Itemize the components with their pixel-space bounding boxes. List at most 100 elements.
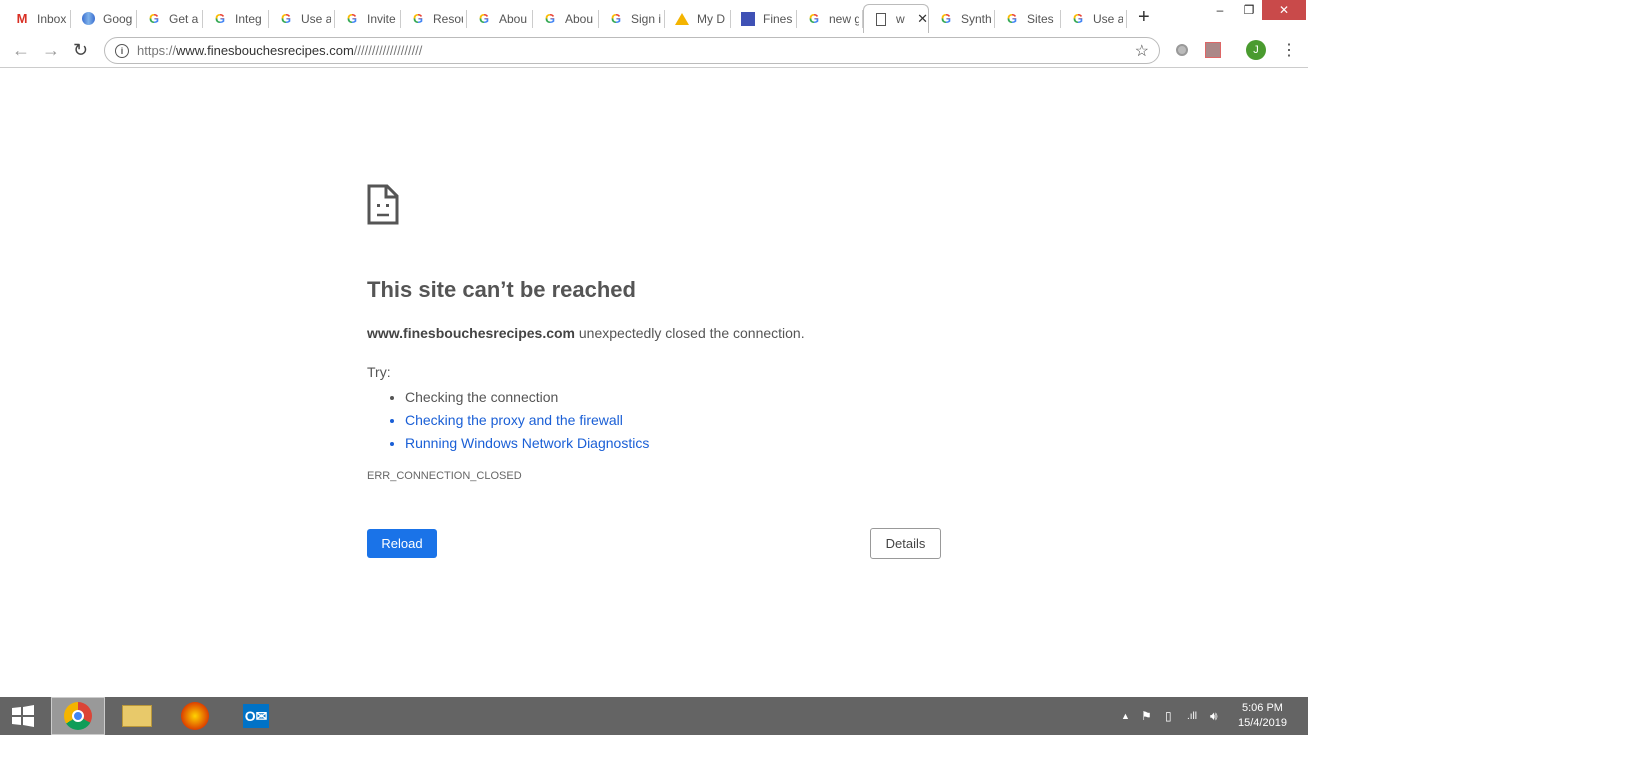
tab-label: My D: [697, 11, 725, 26]
suggestion-proxy-firewall-link[interactable]: Checking the proxy and the firewall: [405, 409, 947, 432]
error-page: This site can’t be reached www.finesbouc…: [367, 184, 947, 559]
tab-label: Sites: [1027, 11, 1054, 26]
taskbar-outlook[interactable]: O✉: [229, 697, 283, 735]
action-center-flag-icon[interactable]: ⚑: [1141, 697, 1152, 735]
tab[interactable]: Fines: [731, 4, 797, 33]
gmail-icon: M: [16, 11, 28, 26]
tab-label: Integ: [235, 11, 262, 26]
taskbar: O✉ ▲ ⚑ ▯ .ıll 🔊︎ 5:06 PM 15/4/2019: [0, 697, 1308, 735]
tab-label: w: [896, 12, 905, 26]
bookmark-star-icon[interactable]: ☆: [1135, 41, 1149, 61]
tab-label: Use a: [1093, 11, 1123, 26]
google-icon: G: [1006, 11, 1018, 26]
google-icon: G: [478, 11, 490, 26]
sites-icon: [741, 11, 755, 26]
outlook-icon: O✉: [243, 704, 269, 728]
try-label: Try:: [367, 364, 391, 380]
error-message: unexpectedly closed the connection.: [575, 325, 805, 341]
windows-icon: [12, 705, 34, 727]
tab[interactable]: G Sites: [995, 4, 1061, 33]
profile-avatar[interactable]: J: [1246, 40, 1266, 60]
tab-label: Resou: [433, 11, 463, 26]
reload-button[interactable]: Reload: [367, 529, 437, 558]
tab[interactable]: G Abou: [467, 4, 533, 33]
google-icon: G: [940, 11, 952, 26]
suggestion-network-diagnostics-link[interactable]: Running Windows Network Diagnostics: [405, 432, 947, 455]
page-icon: [874, 12, 888, 26]
suggestions-list: Checking the connection Checking the pro…: [367, 386, 947, 455]
google-icon: G: [412, 11, 424, 26]
tab[interactable]: My D: [665, 4, 731, 33]
error-host: www.finesbouchesrecipes.com: [367, 325, 575, 341]
folder-icon: [122, 705, 152, 727]
error-description: www.finesbouchesrecipes.com unexpectedly…: [367, 325, 947, 341]
tab[interactable]: G Use a: [269, 4, 335, 33]
tab[interactable]: w ✕: [863, 4, 929, 33]
google-icon: G: [610, 11, 622, 26]
tab[interactable]: Gnew g: [797, 4, 863, 33]
clock[interactable]: 5:06 PM 15/4/2019: [1238, 701, 1287, 731]
url-scheme: https://: [137, 43, 177, 58]
clock-time: 5:06 PM: [1241, 702, 1283, 714]
info-icon[interactable]: i: [115, 43, 129, 58]
pdf-extension-icon[interactable]: [1205, 42, 1221, 58]
tab-strip: M Inbox Goog G Get a G Integ G Use a G Invite G Reso…: [0, 0, 1308, 33]
tab[interactable]: G Invite: [335, 4, 401, 33]
google-icon: G: [544, 11, 556, 26]
tab-label: Get a: [169, 11, 199, 26]
error-title: This site can’t be reached: [367, 277, 636, 302]
new-tab-button[interactable]: +: [1138, 6, 1150, 29]
url-host: www.finesbouchesrecipes.com: [176, 43, 354, 58]
tab-label: Inbox: [37, 11, 67, 26]
drive-icon: [675, 12, 689, 26]
tab-label: Use a: [301, 11, 331, 26]
tab-label: Abou: [565, 11, 594, 26]
tab[interactable]: Goog: [71, 4, 137, 33]
tab[interactable]: G Sign i: [599, 4, 665, 33]
extension-icon[interactable]: [1176, 44, 1188, 56]
tab[interactable]: G Synth: [929, 4, 995, 33]
show-hidden-icons[interactable]: ▲: [1121, 697, 1130, 735]
tab-label: Abou: [499, 11, 528, 26]
clock-date: 15/4/2019: [1238, 717, 1287, 729]
chrome-icon: [64, 702, 92, 730]
tab-label: Sign i: [631, 11, 661, 26]
error-code: ERR_CONNECTION_CLOSED: [367, 470, 522, 482]
network-icon[interactable]: .ıll: [1187, 697, 1197, 735]
google-icon: G: [346, 11, 358, 26]
tab[interactable]: G Use a: [1061, 4, 1127, 33]
taskbar-app[interactable]: [168, 697, 222, 735]
details-button[interactable]: Details: [870, 528, 941, 559]
suggestion-check-connection: Checking the connection: [405, 386, 947, 409]
battery-icon[interactable]: ▯: [1165, 697, 1172, 735]
google-icon: G: [148, 11, 160, 26]
volume-icon[interactable]: 🔊︎: [1210, 697, 1218, 735]
app-icon: [181, 702, 209, 730]
address-bar[interactable]: i https://www.finesbouchesrecipes.com///…: [104, 37, 1160, 64]
google-icon: G: [1072, 11, 1084, 26]
taskbar-file-explorer[interactable]: [110, 697, 164, 735]
google-icon: G: [808, 11, 820, 26]
start-button[interactable]: [0, 697, 46, 735]
forward-button[interactable]: →: [42, 40, 60, 61]
google-icon: G: [280, 11, 292, 26]
tab[interactable]: M Inbox: [5, 4, 71, 33]
back-button[interactable]: ←: [12, 40, 30, 61]
menu-icon[interactable]: ⋮: [1281, 40, 1297, 60]
taskbar-chrome[interactable]: [51, 697, 105, 735]
tab[interactable]: G Resou: [401, 4, 467, 33]
close-tab-icon[interactable]: ✕: [917, 11, 928, 27]
tab[interactable]: G Get a: [137, 4, 203, 33]
globe-icon: [81, 12, 95, 26]
close-window-button[interactable]: ✕: [1262, 0, 1306, 20]
toolbar: ← → ↻ i https://www.finesbouchesrecipes.…: [0, 33, 1308, 68]
url-path: ///////////////////: [353, 43, 423, 58]
tab-label: Goog: [103, 11, 133, 26]
tab-label: Synth: [961, 11, 991, 26]
tab[interactable]: G Integ: [203, 4, 269, 33]
reload-icon-button[interactable]: ↻: [73, 40, 88, 61]
google-icon: G: [214, 11, 226, 26]
sad-page-icon: [367, 184, 399, 225]
browser-window: M Inbox Goog G Get a G Integ G Use a G Invite G Reso…: [0, 0, 1308, 735]
tab[interactable]: G Abou: [533, 4, 599, 33]
